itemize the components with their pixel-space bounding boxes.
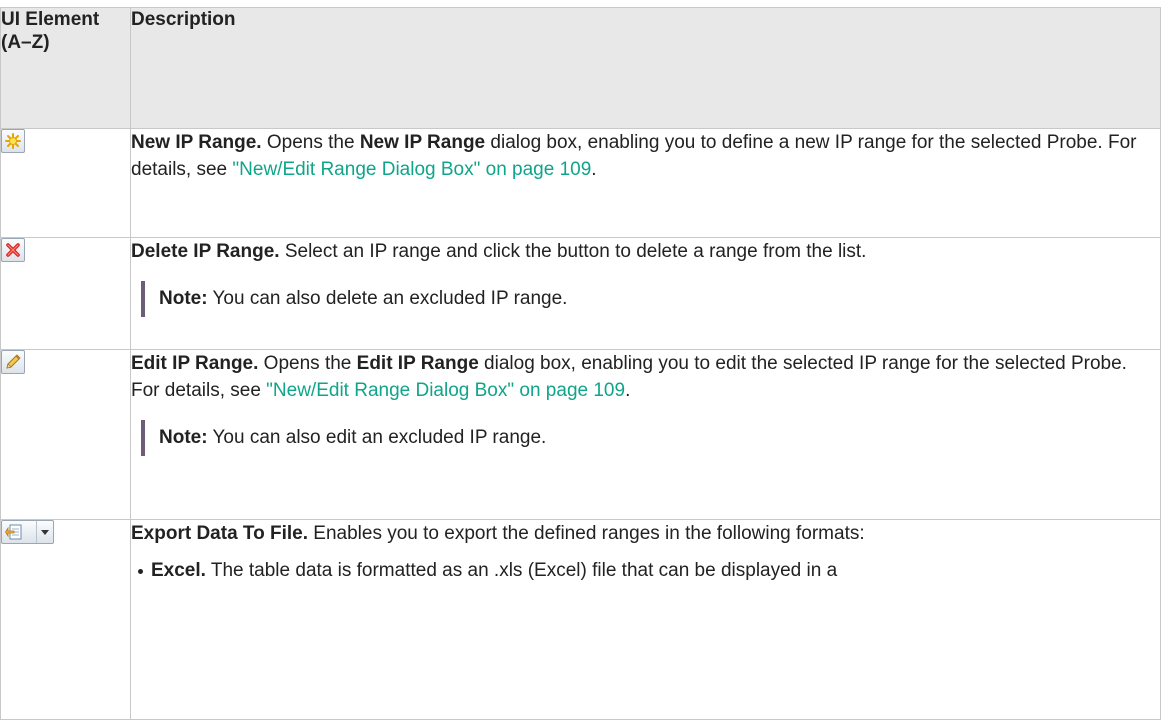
desc-text: . (591, 159, 597, 180)
header-description: Description (130, 7, 1161, 129)
dialog-name: Edit IP Range (356, 353, 479, 374)
desc-text: . (625, 380, 631, 401)
desc-text: Select an IP range and click the button … (279, 241, 867, 262)
new-range-star-icon[interactable] (1, 129, 25, 153)
table-row: Delete IP Range. Select an IP range and … (0, 237, 1161, 350)
desc-text: Enables you to export the defined ranges… (308, 523, 865, 544)
description-cell: New IP Range. Opens the New IP Range dia… (130, 128, 1161, 238)
note-block: Note: You can also edit an excluded IP r… (141, 420, 1160, 456)
row-title: Delete IP Range. (131, 241, 280, 262)
table-row: Edit IP Range. Opens the Edit IP Range d… (0, 349, 1161, 520)
ui-elements-table: UI Element (A–Z) Description New IP Rang… (0, 7, 1161, 720)
note-text: You can also delete an excluded IP range… (207, 288, 568, 309)
format-list: Excel. The table data is formatted as an… (131, 559, 1160, 583)
new-edit-range-link[interactable]: "New/Edit Range Dialog Box" on page 109 (266, 380, 625, 401)
note-block: Note: You can also delete an excluded IP… (141, 281, 1160, 317)
list-item: Excel. The table data is formatted as an… (138, 559, 1160, 583)
table-row: New IP Range. Opens the New IP Range dia… (0, 128, 1161, 238)
export-data-icon[interactable] (2, 521, 30, 543)
icon-cell (0, 128, 131, 238)
icon-cell (0, 237, 131, 350)
format-label: Excel. (151, 560, 206, 581)
row-title: Edit IP Range. (131, 353, 259, 374)
chevron-down-icon[interactable] (36, 521, 53, 543)
table-row: Export Data To File. Enables you to expo… (0, 519, 1161, 720)
desc-text: Opens the (258, 353, 357, 374)
new-edit-range-link[interactable]: "New/Edit Range Dialog Box" on page 109 (232, 159, 591, 180)
row-title: Export Data To File. (131, 523, 309, 544)
icon-cell (0, 349, 131, 520)
note-label: Note: (159, 288, 208, 309)
icon-cell (0, 519, 131, 720)
header-ui-element: UI Element (A–Z) (0, 7, 131, 129)
desc-text: Opens the (261, 132, 360, 153)
table-header-row: UI Element (A–Z) Description (0, 7, 1161, 129)
edit-pencil-icon[interactable] (1, 350, 25, 374)
delete-x-icon[interactable] (1, 238, 25, 262)
dialog-name: New IP Range (359, 132, 486, 153)
note-text: You can also edit an excluded IP range. (207, 427, 547, 448)
note-label: Note: (159, 427, 208, 448)
row-title: New IP Range. (131, 132, 262, 153)
description-cell: Delete IP Range. Select an IP range and … (130, 237, 1161, 350)
format-text: The table data is formatted as an .xls (… (205, 560, 838, 581)
description-cell: Edit IP Range. Opens the Edit IP Range d… (130, 349, 1161, 520)
export-data-button[interactable] (1, 520, 54, 544)
description-cell: Export Data To File. Enables you to expo… (130, 519, 1161, 720)
